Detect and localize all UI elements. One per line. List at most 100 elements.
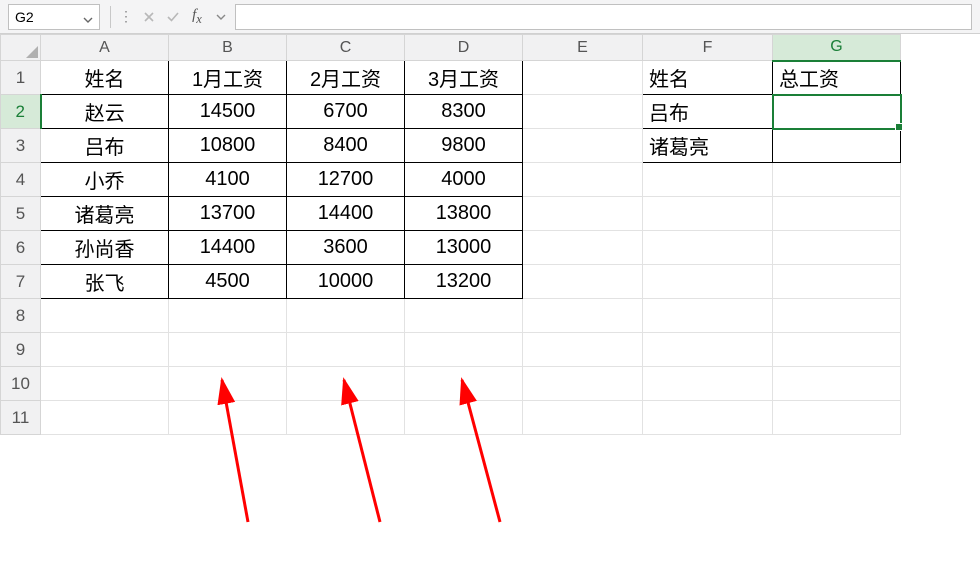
cell-D4[interactable]: 4000 bbox=[405, 163, 523, 197]
cell-B8[interactable] bbox=[169, 299, 287, 333]
cell-F6[interactable] bbox=[643, 231, 773, 265]
cell-G1[interactable]: 总工资 bbox=[773, 61, 901, 95]
cell-F5[interactable] bbox=[643, 197, 773, 231]
cell-B1[interactable]: 1月工资 bbox=[169, 61, 287, 95]
cell-F3[interactable]: 诸葛亮 bbox=[643, 129, 773, 163]
chevron-down-icon[interactable] bbox=[83, 12, 93, 22]
cell-A6[interactable]: 孙尚香 bbox=[41, 231, 169, 265]
cell-E11[interactable] bbox=[523, 401, 643, 435]
cell-D10[interactable] bbox=[405, 367, 523, 401]
cell-D3[interactable]: 9800 bbox=[405, 129, 523, 163]
cell-B9[interactable] bbox=[169, 333, 287, 367]
cell-A5[interactable]: 诸葛亮 bbox=[41, 197, 169, 231]
select-all-corner[interactable] bbox=[1, 35, 41, 61]
column-header-B[interactable]: B bbox=[169, 35, 287, 61]
cell-E7[interactable] bbox=[523, 265, 643, 299]
cell-C7[interactable]: 10000 bbox=[287, 265, 405, 299]
more-icon[interactable]: ⋮ bbox=[115, 8, 137, 25]
cell-F7[interactable] bbox=[643, 265, 773, 299]
cell-B11[interactable] bbox=[169, 401, 287, 435]
cell-C6[interactable]: 3600 bbox=[287, 231, 405, 265]
cell-D5[interactable]: 13800 bbox=[405, 197, 523, 231]
cell-A10[interactable] bbox=[41, 367, 169, 401]
cell-G9[interactable] bbox=[773, 333, 901, 367]
cell-G8[interactable] bbox=[773, 299, 901, 333]
column-header-C[interactable]: C bbox=[287, 35, 405, 61]
cell-C5[interactable]: 14400 bbox=[287, 197, 405, 231]
row-header-9[interactable]: 9 bbox=[1, 333, 41, 367]
formula-input[interactable] bbox=[235, 4, 972, 30]
cell-C1[interactable]: 2月工资 bbox=[287, 61, 405, 95]
cell-B4[interactable]: 4100 bbox=[169, 163, 287, 197]
row-header-2[interactable]: 2 bbox=[1, 95, 41, 129]
row-header-11[interactable]: 11 bbox=[1, 401, 41, 435]
cell-A9[interactable] bbox=[41, 333, 169, 367]
cell-D2[interactable]: 8300 bbox=[405, 95, 523, 129]
cell-C10[interactable] bbox=[287, 367, 405, 401]
fx-icon[interactable]: fx bbox=[186, 6, 208, 28]
cell-B10[interactable] bbox=[169, 367, 287, 401]
name-box[interactable]: G2 bbox=[8, 4, 100, 30]
cell-E1[interactable] bbox=[523, 61, 643, 95]
cell-F2[interactable]: 吕布 bbox=[643, 95, 773, 129]
cell-A8[interactable] bbox=[41, 299, 169, 333]
cell-G6[interactable] bbox=[773, 231, 901, 265]
cell-D9[interactable] bbox=[405, 333, 523, 367]
cell-B2[interactable]: 14500 bbox=[169, 95, 287, 129]
cell-A1[interactable]: 姓名 bbox=[41, 61, 169, 95]
cell-B5[interactable]: 13700 bbox=[169, 197, 287, 231]
row-header-3[interactable]: 3 bbox=[1, 129, 41, 163]
cell-G7[interactable] bbox=[773, 265, 901, 299]
cell-B3[interactable]: 10800 bbox=[169, 129, 287, 163]
cell-D11[interactable] bbox=[405, 401, 523, 435]
cell-E4[interactable] bbox=[523, 163, 643, 197]
cell-G4[interactable] bbox=[773, 163, 901, 197]
cell-F4[interactable] bbox=[643, 163, 773, 197]
cell-F8[interactable] bbox=[643, 299, 773, 333]
cell-C4[interactable]: 12700 bbox=[287, 163, 405, 197]
cell-D1[interactable]: 3月工资 bbox=[405, 61, 523, 95]
cell-C3[interactable]: 8400 bbox=[287, 129, 405, 163]
cell-C9[interactable] bbox=[287, 333, 405, 367]
row-header-4[interactable]: 4 bbox=[1, 163, 41, 197]
row-header-7[interactable]: 7 bbox=[1, 265, 41, 299]
column-header-E[interactable]: E bbox=[523, 35, 643, 61]
spreadsheet-grid[interactable]: ABCDEFG1姓名1月工资2月工资3月工资姓名总工资2赵云1450067008… bbox=[0, 34, 980, 435]
cell-A4[interactable]: 小乔 bbox=[41, 163, 169, 197]
cell-G3[interactable] bbox=[773, 129, 901, 163]
cell-E10[interactable] bbox=[523, 367, 643, 401]
cell-E2[interactable] bbox=[523, 95, 643, 129]
cell-E9[interactable] bbox=[523, 333, 643, 367]
cell-D6[interactable]: 13000 bbox=[405, 231, 523, 265]
row-header-6[interactable]: 6 bbox=[1, 231, 41, 265]
cell-E8[interactable] bbox=[523, 299, 643, 333]
cell-A11[interactable] bbox=[41, 401, 169, 435]
cell-G2[interactable] bbox=[773, 95, 901, 129]
cell-C2[interactable]: 6700 bbox=[287, 95, 405, 129]
column-header-A[interactable]: A bbox=[41, 35, 169, 61]
row-header-1[interactable]: 1 bbox=[1, 61, 41, 95]
cell-F11[interactable] bbox=[643, 401, 773, 435]
cell-F1[interactable]: 姓名 bbox=[643, 61, 773, 95]
column-header-G[interactable]: G bbox=[773, 35, 901, 61]
cell-B7[interactable]: 4500 bbox=[169, 265, 287, 299]
cell-E5[interactable] bbox=[523, 197, 643, 231]
formula-dropdown-icon[interactable] bbox=[210, 6, 232, 28]
cell-G11[interactable] bbox=[773, 401, 901, 435]
column-header-F[interactable]: F bbox=[643, 35, 773, 61]
row-header-5[interactable]: 5 bbox=[1, 197, 41, 231]
cell-C8[interactable] bbox=[287, 299, 405, 333]
cell-F10[interactable] bbox=[643, 367, 773, 401]
cell-A3[interactable]: 吕布 bbox=[41, 129, 169, 163]
cell-D8[interactable] bbox=[405, 299, 523, 333]
cell-D7[interactable]: 13200 bbox=[405, 265, 523, 299]
row-header-10[interactable]: 10 bbox=[1, 367, 41, 401]
cancel-formula-icon[interactable] bbox=[138, 6, 160, 28]
cell-C11[interactable] bbox=[287, 401, 405, 435]
confirm-formula-icon[interactable] bbox=[162, 6, 184, 28]
row-header-8[interactable]: 8 bbox=[1, 299, 41, 333]
cell-A2[interactable]: 赵云 bbox=[41, 95, 169, 129]
cell-E3[interactable] bbox=[523, 129, 643, 163]
cell-A7[interactable]: 张飞 bbox=[41, 265, 169, 299]
cell-G10[interactable] bbox=[773, 367, 901, 401]
